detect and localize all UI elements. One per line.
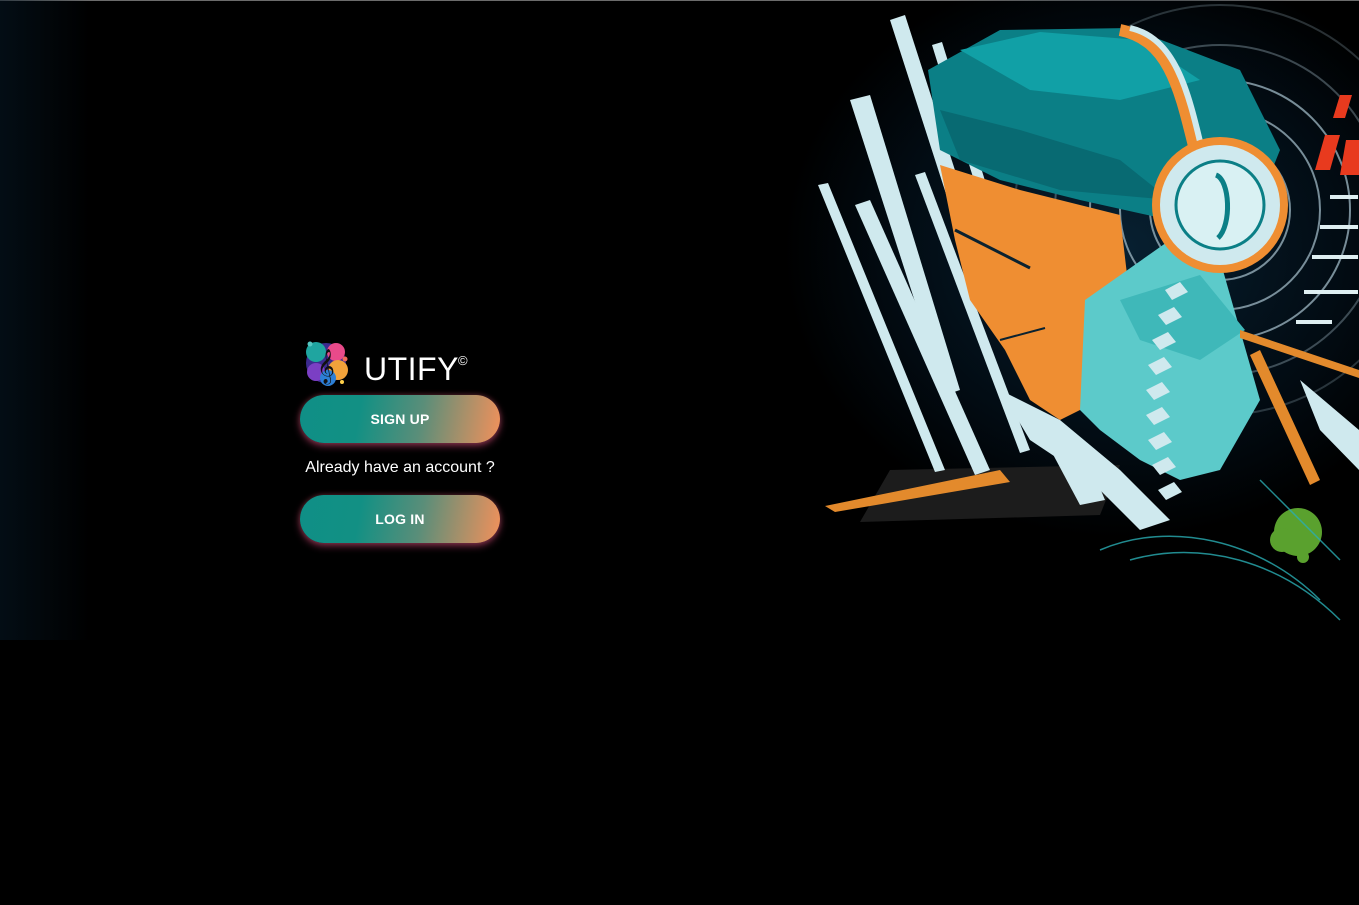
treble-clef-icon: 𝄞 — [302, 334, 350, 390]
svg-text:𝄞: 𝄞 — [317, 349, 335, 385]
copyright-mark: © — [458, 353, 468, 368]
landing-page: 𝄞 UTIFY © SIGN UP Already have an accoun… — [0, 0, 1359, 905]
speed-dashes — [1296, 195, 1358, 324]
hero-illustration — [700, 0, 1359, 640]
log-in-button[interactable]: LOG IN — [300, 495, 500, 543]
brand: 𝄞 UTIFY © — [300, 334, 500, 392]
red-marks — [1315, 95, 1359, 175]
headphones-listener-illustration — [818, 4, 1359, 621]
auth-panel: 𝄞 UTIFY © SIGN UP Already have an accoun… — [300, 334, 500, 543]
sign-up-button[interactable]: SIGN UP — [300, 395, 500, 443]
brand-name: UTIFY — [364, 351, 459, 387]
account-prompt: Already have an account ? — [305, 459, 495, 476]
